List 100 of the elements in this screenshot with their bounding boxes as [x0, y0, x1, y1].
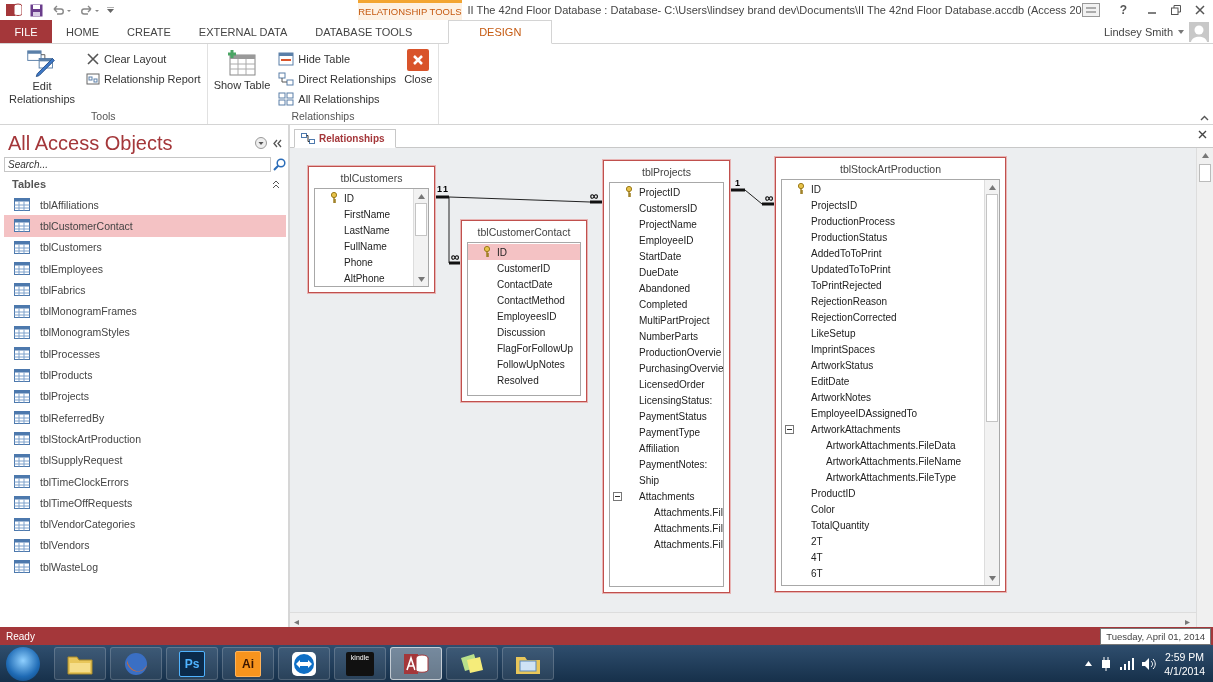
field-item[interactable]: Ship [610, 472, 723, 488]
power-plug-icon[interactable] [1100, 656, 1113, 671]
field-item[interactable]: LicensingStatus: [610, 392, 723, 408]
field-item[interactable]: EmployeeID [610, 232, 723, 248]
field-item[interactable]: ProductID [782, 485, 984, 501]
table-list-item[interactable]: tblTimeOffRequests [4, 492, 286, 514]
table-list-item[interactable]: tblEmployees [4, 257, 286, 280]
field-item[interactable]: ProductionStatus [782, 229, 984, 245]
field-item[interactable]: 2T [782, 533, 984, 549]
scroll-up-icon[interactable] [1201, 152, 1209, 158]
ribbon-tab[interactable]: FILE [0, 20, 52, 43]
database-app-icon[interactable] [6, 3, 22, 17]
field-item[interactable]: ArtworkAttachments.FileData [782, 437, 984, 453]
table-list-item[interactable]: tblSupplyRequest [4, 449, 286, 471]
field-item[interactable]: Abandoned [610, 280, 723, 296]
field-item[interactable]: ArtworkAttachments.FileType [782, 469, 984, 485]
restore-icon[interactable] [1171, 5, 1181, 15]
scroll-bar[interactable] [984, 180, 999, 585]
scroll-down-icon[interactable] [988, 575, 996, 581]
table-list-item[interactable]: tblFabrics [4, 279, 286, 301]
scroll-bar[interactable] [1196, 148, 1213, 627]
table-list-item[interactable]: tblCustomers [4, 236, 286, 258]
speaker-icon[interactable] [1142, 657, 1157, 670]
ribbon-tab[interactable]: EXTERNAL DATA [184, 20, 302, 43]
field-item[interactable]: TotalQuantity [782, 517, 984, 533]
taskbar-button[interactable] [54, 647, 106, 680]
close-icon[interactable] [1195, 5, 1205, 15]
table-list-item[interactable]: tblStockArtProduction [4, 428, 286, 450]
field-item[interactable]: Completed [610, 296, 723, 312]
field-item[interactable]: RejectionReason [782, 293, 984, 309]
ribbon-tab[interactable]: DATABASE TOOLS [301, 20, 427, 43]
start-orb[interactable] [6, 646, 40, 681]
taskbar-button[interactable] [390, 647, 442, 680]
field-item[interactable]: FullName [315, 238, 413, 254]
search-field[interactable]: Search... [4, 157, 271, 172]
field-item[interactable]: Color [782, 501, 984, 517]
field-item[interactable]: ProductionProcess [782, 213, 984, 229]
close-button[interactable]: Close [402, 47, 435, 109]
field-item[interactable]: ID [315, 190, 413, 206]
scroll-left-icon[interactable] [294, 620, 301, 625]
edit-button[interactable]: Edit Relationships [4, 47, 80, 109]
ribbon-display-icon[interactable] [1081, 3, 1100, 17]
direct-button[interactable]: Direct Relationships [276, 69, 399, 88]
save-icon[interactable] [30, 3, 43, 17]
field-item[interactable]: FollowUpNotes [468, 356, 580, 372]
ribbon-tab[interactable]: DESIGN [448, 20, 553, 44]
close-icon[interactable] [1198, 130, 1207, 139]
collapse-pane-icon[interactable] [273, 138, 282, 148]
field-item[interactable]: LicensedOrder [610, 376, 723, 392]
field-item[interactable]: ToPrintRejected [782, 277, 984, 293]
field-item[interactable]: AltPhone [315, 270, 413, 286]
report-button[interactable]: Relationship Report [84, 69, 203, 88]
field-item[interactable]: Discussion [468, 324, 580, 340]
table-list-item[interactable]: tblVendorCategories [4, 513, 286, 535]
customize-caret-icon[interactable] [107, 7, 114, 13]
field-item[interactable]: UpdatedToToPrint [782, 261, 984, 277]
scroll-bar[interactable] [290, 612, 1196, 627]
table-list-item[interactable]: tblMonogramFrames [4, 300, 286, 322]
table-list-item[interactable]: tblTimeClockErrors [4, 470, 286, 493]
document-tab[interactable]: Relationships [294, 129, 396, 148]
field-item[interactable]: ArtworkStatus [782, 357, 984, 373]
table-list-item[interactable]: tblProcesses [4, 343, 286, 365]
field-item[interactable]: FirstName [315, 206, 413, 222]
field-item[interactable]: ProductionOvervie [610, 344, 723, 360]
table-window[interactable]: tblCustomerContact ID CustomerID ContactDate ContactMethod EmployeesID Discussion FlagForFollowUp FollowUpNotes Resolved [461, 220, 587, 402]
undo-icon[interactable] [51, 4, 71, 16]
field-item[interactable]: MultiPartProject [610, 312, 723, 328]
field-item[interactable]: NumberParts [610, 328, 723, 344]
field-item[interactable]: ArtworkAttachments.FileName [782, 453, 984, 469]
collapse-icon[interactable] [613, 492, 622, 501]
field-item[interactable]: ProjectID [610, 184, 723, 200]
field-item[interactable]: Affiliation [610, 440, 723, 456]
all-button[interactable]: All Relationships [276, 89, 399, 108]
search-icon[interactable] [273, 158, 286, 171]
field-item[interactable]: PaymentType [610, 424, 723, 440]
taskbar-button[interactable] [502, 647, 554, 680]
collapse-section-icon[interactable] [272, 179, 280, 189]
field-item[interactable]: Attachments.Fil [610, 520, 723, 536]
field-item[interactable]: Attachments.Fil [610, 536, 723, 552]
field-item[interactable]: PaymentStatus [610, 408, 723, 424]
up-arrow-icon[interactable] [1085, 661, 1093, 666]
table-list-item[interactable]: tblMonogramStyles [4, 321, 286, 344]
table-window[interactable] [603, 160, 730, 593]
field-item[interactable]: CustomerID [468, 260, 580, 276]
field-item[interactable]: ArtworkNotes [782, 389, 984, 405]
taskbar-button[interactable] [278, 647, 330, 680]
caret-icon[interactable] [1178, 29, 1184, 34]
field-item[interactable]: PurchasingOvervie [610, 360, 723, 376]
ribbon-tab[interactable]: CREATE [113, 20, 185, 43]
field-item[interactable]: AddedToToPrint [782, 245, 984, 261]
field-item[interactable]: ProjectName [610, 216, 723, 232]
taskbar-button[interactable]: Ai [222, 647, 274, 680]
field-item[interactable]: LikeSetup [782, 325, 984, 341]
field-item[interactable]: 4T [782, 549, 984, 565]
field-item[interactable]: ProjectsID [782, 197, 984, 213]
field-item[interactable]: ArtworkAttachments [782, 421, 984, 437]
help-button[interactable]: ? [1113, 2, 1133, 18]
table-list-item[interactable]: tblVendors [4, 534, 286, 557]
redo-icon[interactable] [79, 4, 99, 16]
field-item[interactable]: DueDate [610, 264, 723, 280]
